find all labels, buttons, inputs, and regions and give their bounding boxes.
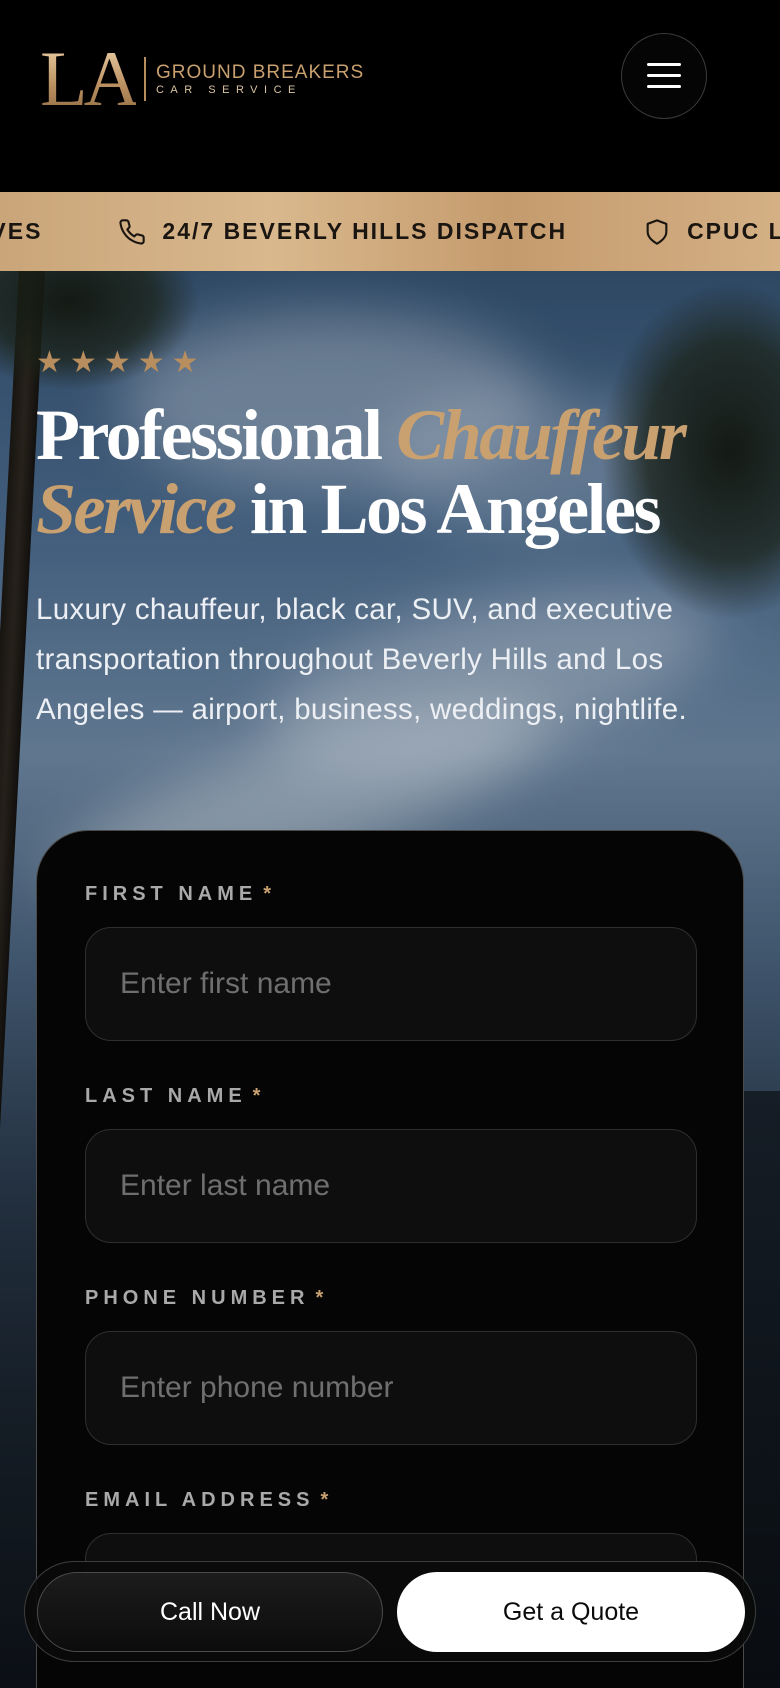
star-icon: ★ (69, 346, 97, 379)
ticker-item: CPUC L (643, 218, 780, 246)
first-name-group: FIRST NAME * (85, 883, 697, 1041)
last-name-input[interactable] (85, 1129, 697, 1243)
email-address-label: EMAIL ADDRESS * (85, 1489, 334, 1511)
first-name-input[interactable] (85, 927, 697, 1041)
shield-icon (646, 218, 668, 245)
announcement-ticker: IVES 24/7 BEVERLY HILLS DISPATCH CPUC L (0, 192, 780, 271)
ticker-item: IVES (0, 218, 42, 245)
ticker-item-label: 24/7 BEVERLY HILLS DISPATCH (162, 218, 568, 244)
sticky-action-bar: Call Now Get a Quote (24, 1561, 756, 1662)
phone-number-input[interactable] (85, 1331, 697, 1445)
logo-wordmark: GROUND BREAKERS CAR SERVICE (156, 63, 364, 96)
phone-number-group: PHONE NUMBER * (85, 1287, 697, 1445)
ticker-item-label: CPUC L (687, 218, 780, 244)
quote-form: FIRST NAME* LAST NAME* PHONE NUMBER* EMA… (36, 830, 744, 1688)
get-quote-button[interactable]: Get a Quote (397, 1572, 745, 1652)
headline-accent-2: Service (36, 469, 237, 549)
first-name-label: FIRST NAME * (85, 883, 277, 905)
logo-line-1: GROUND BREAKERS (155, 61, 365, 83)
call-now-button[interactable]: Call Now (37, 1572, 383, 1652)
logo-divider (143, 57, 146, 101)
star-icon: ★ (171, 346, 199, 379)
headline-accent-1: Chauffeur (396, 395, 687, 475)
hamburger-menu-icon (647, 63, 681, 89)
star-icon: ★ (103, 346, 131, 379)
last-name-label: LAST NAME * (85, 1085, 266, 1107)
star-icon: ★ (137, 346, 165, 379)
headline-part-1: Professional (36, 395, 397, 475)
ticker-item-label: IVES (0, 218, 43, 244)
hero-headline: Professional Chauffeur Service in Los Ang… (36, 398, 756, 546)
headline-part-2: in Los Angeles (234, 469, 662, 549)
site-header: LA GROUND BREAKERS CAR SERVICE (0, 0, 780, 192)
hero-subtext: Luxury chauffeur, black car, SUV, and ex… (36, 593, 687, 726)
last-name-group: LAST NAME * (85, 1085, 697, 1243)
logo-line-2: CAR SERVICE (155, 83, 302, 96)
ticker-track: IVES 24/7 BEVERLY HILLS DISPATCH CPUC L (0, 192, 780, 271)
logo-mark: LA (40, 35, 140, 122)
brand-logo[interactable]: LA GROUND BREAKERS CAR SERVICE (40, 40, 364, 118)
menu-button[interactable] (621, 33, 707, 119)
star-icon: ★ (36, 346, 63, 379)
phone-number-label: PHONE NUMBER * (85, 1287, 329, 1309)
rating-stars: ★ ★ ★ ★ ★ (36, 348, 199, 378)
phone-icon (119, 218, 146, 245)
ticker-item: 24/7 BEVERLY HILLS DISPATCH (118, 218, 567, 246)
